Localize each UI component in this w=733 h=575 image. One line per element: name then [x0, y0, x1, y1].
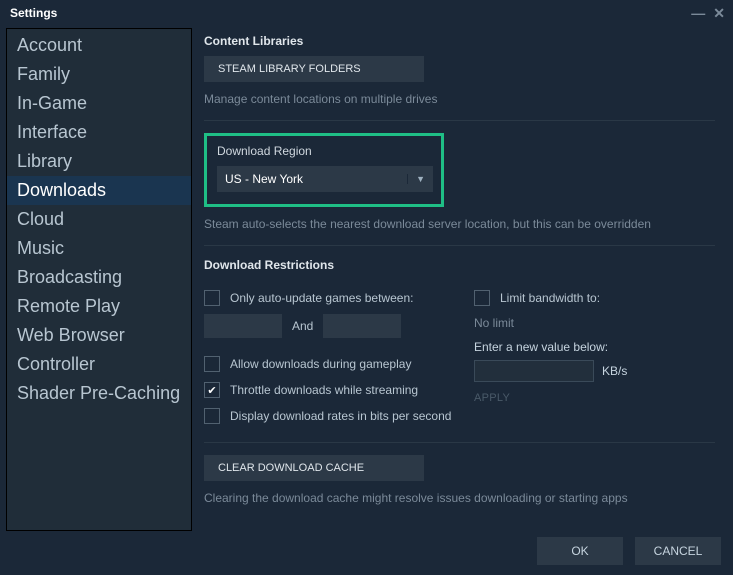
- download-restrictions-title: Download Restrictions: [204, 258, 715, 272]
- bits-per-second-label: Display download rates in bits per secon…: [230, 409, 451, 423]
- sidebar-item-family[interactable]: Family: [7, 60, 191, 89]
- no-limit-label: No limit: [474, 316, 715, 330]
- settings-sidebar: Account Family In-Game Interface Library…: [6, 28, 192, 531]
- apply-button[interactable]: APPLY: [474, 392, 715, 404]
- throttle-streaming-label: Throttle downloads while streaming: [230, 383, 418, 397]
- sidebar-item-account[interactable]: Account: [7, 31, 191, 60]
- divider: [204, 442, 715, 443]
- bandwidth-unit: KB/s: [602, 364, 627, 378]
- clear-cache-helper: Clearing the download cache might resolv…: [204, 491, 715, 505]
- download-region-select[interactable]: US - New York ▼: [217, 166, 433, 192]
- download-region-helper: Steam auto-selects the nearest download …: [204, 217, 715, 231]
- sidebar-item-remote-play[interactable]: Remote Play: [7, 292, 191, 321]
- bandwidth-input[interactable]: [474, 360, 594, 382]
- sidebar-item-interface[interactable]: Interface: [7, 118, 191, 147]
- download-region-highlight: Download Region US - New York ▼: [204, 133, 444, 207]
- allow-downloads-gameplay-label: Allow downloads during gameplay: [230, 357, 411, 371]
- sidebar-item-controller[interactable]: Controller: [7, 350, 191, 379]
- steam-library-folders-button[interactable]: STEAM LIBRARY FOLDERS: [204, 56, 424, 82]
- sidebar-item-cloud[interactable]: Cloud: [7, 205, 191, 234]
- sidebar-item-music[interactable]: Music: [7, 234, 191, 263]
- and-label: And: [292, 319, 313, 333]
- content-libraries-title: Content Libraries: [204, 34, 715, 48]
- divider: [204, 120, 715, 121]
- enter-new-value-label: Enter a new value below:: [474, 340, 715, 354]
- sidebar-item-downloads[interactable]: Downloads: [7, 176, 191, 205]
- auto-update-between-label: Only auto-update games between:: [230, 291, 413, 305]
- auto-update-end-input[interactable]: [323, 314, 401, 338]
- sidebar-item-in-game[interactable]: In-Game: [7, 89, 191, 118]
- clear-download-cache-button[interactable]: CLEAR DOWNLOAD CACHE: [204, 455, 424, 481]
- ok-button[interactable]: OK: [537, 537, 623, 565]
- sidebar-item-web-browser[interactable]: Web Browser: [7, 321, 191, 350]
- cancel-button[interactable]: CANCEL: [635, 537, 721, 565]
- auto-update-between-checkbox[interactable]: [204, 290, 220, 306]
- auto-update-start-input[interactable]: [204, 314, 282, 338]
- minimize-icon[interactable]: —: [691, 6, 705, 20]
- limit-bandwidth-checkbox[interactable]: [474, 290, 490, 306]
- allow-downloads-gameplay-checkbox[interactable]: [204, 356, 220, 372]
- download-region-title: Download Region: [217, 144, 431, 158]
- close-icon[interactable]: ✕: [713, 6, 725, 20]
- divider: [204, 245, 715, 246]
- sidebar-item-shader-pre-caching[interactable]: Shader Pre-Caching: [7, 379, 191, 408]
- settings-content: Content Libraries STEAM LIBRARY FOLDERS …: [198, 28, 727, 531]
- chevron-down-icon: ▼: [407, 174, 425, 184]
- download-region-value: US - New York: [225, 172, 303, 186]
- bits-per-second-checkbox[interactable]: [204, 408, 220, 424]
- limit-bandwidth-label: Limit bandwidth to:: [500, 291, 600, 305]
- content-libraries-helper: Manage content locations on multiple dri…: [204, 92, 715, 106]
- throttle-streaming-checkbox[interactable]: [204, 382, 220, 398]
- sidebar-item-broadcasting[interactable]: Broadcasting: [7, 263, 191, 292]
- window-title: Settings: [10, 6, 57, 20]
- sidebar-item-library[interactable]: Library: [7, 147, 191, 176]
- window-controls: — ✕: [691, 6, 725, 20]
